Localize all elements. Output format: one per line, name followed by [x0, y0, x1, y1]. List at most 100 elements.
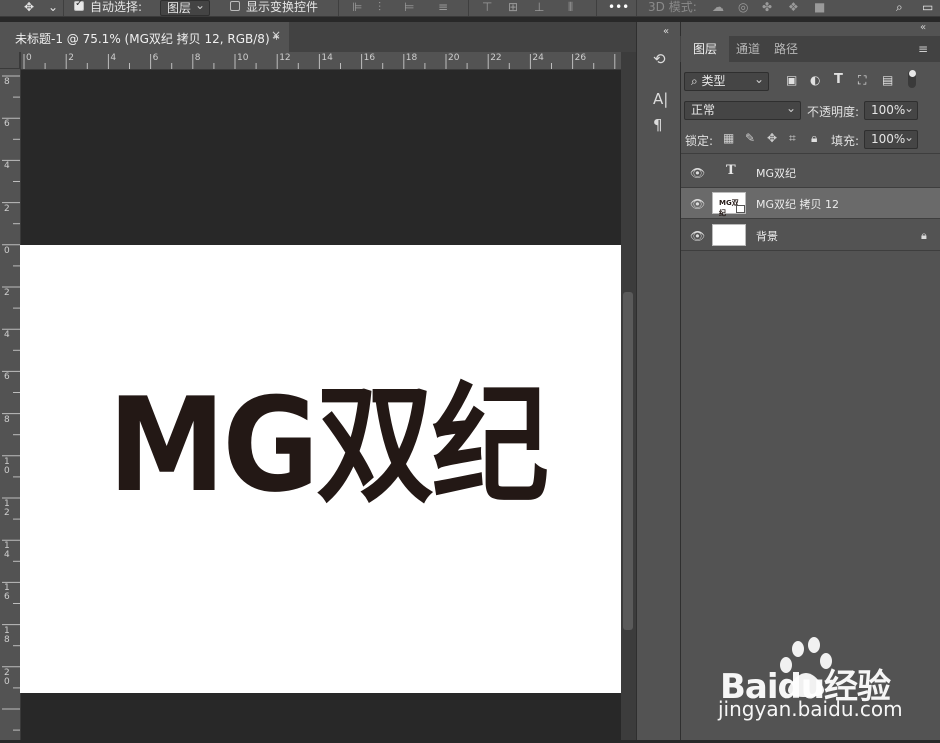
fill-field[interactable]: 100% ⌄ — [864, 130, 918, 149]
tool-preset-dropdown[interactable]: ⌄ — [48, 0, 58, 16]
panel-divider — [681, 153, 940, 154]
show-transform-label: 显示变换控件 — [246, 0, 319, 14]
panel-collapse-icon[interactable]: « — [920, 22, 926, 33]
eye-icon[interactable]: 👁︎ — [690, 166, 705, 180]
lock-all-icon[interactable]: 🔒︎ — [811, 131, 817, 146]
panel-menu-icon[interactable]: ≡ — [918, 42, 928, 56]
ruler-origin[interactable] — [0, 52, 20, 69]
history-icon[interactable]: ⟲ — [653, 50, 666, 68]
eye-icon[interactable]: 👁︎ — [690, 197, 705, 211]
lock-icon: 🔒︎ — [921, 229, 927, 242]
ruler-label: 2 — [4, 203, 10, 214]
align-bottom-icon[interactable]: ⊥ — [534, 1, 544, 13]
3d-roll-icon[interactable]: ◎ — [738, 1, 748, 13]
move-tool-icon[interactable]: ✥ — [24, 0, 34, 16]
tab-channels[interactable]: 通道 — [731, 36, 765, 62]
align-right-icon[interactable]: ⊨ — [404, 1, 414, 13]
distribute-vertical-icon[interactable]: ⫴ — [568, 1, 573, 13]
filter-kind-dropdown[interactable]: ⌕ 类型 ⌄ — [684, 72, 769, 91]
blend-mode-dropdown[interactable]: 正常 ⌄ — [684, 101, 801, 120]
document-canvas[interactable]: MG双纪 — [20, 245, 621, 693]
tab-paths[interactable]: 路径 — [773, 36, 799, 62]
align-middle-icon[interactable]: ⊞ — [508, 1, 518, 13]
watermark-url: jingyan.baidu.com — [718, 697, 903, 721]
ruler-label: 0 — [26, 53, 32, 63]
align-top-icon[interactable]: ⊤ — [482, 1, 492, 13]
options-bar: ✥ ⌄ 自动选择: 图层 显示变换控件 ⊫ ⫶ ⊨ ≡ ⊤ ⊞ ⊥ ⫴ ••• … — [0, 0, 940, 17]
layer-row[interactable]: 👁︎ T MG双纪 — [681, 157, 940, 188]
ruler-label: 20 — [4, 667, 10, 687]
ruler-label: 12 — [4, 499, 10, 518]
ruler-label: 0 — [4, 245, 10, 256]
ruler-label: 24 — [532, 53, 544, 63]
distribute-icon[interactable]: ≡ — [438, 1, 448, 13]
lock-label: 锁定: — [685, 134, 714, 148]
vertical-scrollbar-thumb[interactable] — [623, 292, 633, 630]
ruler-label: 2 — [68, 53, 74, 63]
align-left-icon[interactable]: ⊫ — [352, 1, 362, 13]
ruler-label: 26 — [574, 53, 587, 63]
layer-row-selected[interactable]: 👁︎ MG双纪 MG双纪 拷贝 12 — [681, 188, 940, 219]
3d-orbit-icon[interactable]: ☁ — [712, 1, 724, 13]
auto-select-label: 自动选择: — [90, 0, 143, 14]
vertical-ruler[interactable]: 864202468101214161820 — [0, 52, 21, 740]
search-icon[interactable]: ⌕ — [896, 0, 903, 16]
filter-text-icon[interactable]: T — [834, 72, 843, 87]
vertical-ruler-ticks — [2, 75, 20, 731]
horizontal-ruler[interactable]: 0 2 4 6 8 10 12 14 16 18 20 22 24 26 — [20, 52, 621, 70]
ruler-label: 4 — [4, 161, 10, 172]
ruler-label: 2 — [4, 288, 10, 298]
filter-shape-icon[interactable]: ⛶ — [858, 73, 866, 88]
lock-position-icon[interactable]: ✥ — [767, 131, 777, 145]
layer-row[interactable]: 👁︎ 背景 🔒︎ — [681, 220, 940, 251]
3d-mode-label: 3D 模式: — [648, 0, 697, 14]
ruler-label: 20 — [448, 53, 460, 63]
filter-adjustment-icon[interactable]: ◐ — [810, 73, 820, 87]
ruler-label: 22 — [490, 53, 502, 63]
canvas-text-artwork[interactable]: MG双纪 — [108, 380, 549, 510]
filter-kind-value: 类型 — [701, 74, 726, 88]
ruler-label: 4 — [4, 330, 10, 341]
show-transform-checkbox[interactable] — [230, 1, 240, 11]
ruler-label: 10 — [237, 53, 249, 63]
close-icon[interactable]: × — [271, 28, 281, 42]
workspace-icon[interactable]: ▭ — [922, 0, 933, 16]
filter-smart-object-icon[interactable]: ▤ — [882, 73, 893, 87]
document-tab[interactable]: 未标题-1 @ 75.1% (MG双纪 拷贝 12, RGB/8) * × — [0, 22, 289, 52]
3d-pan-icon[interactable]: ✤ — [762, 1, 772, 13]
more-options-button[interactable]: ••• — [608, 0, 629, 16]
baidu-jingyan-watermark: Baidu经验 jingyan.baidu.com — [690, 635, 940, 740]
collapse-arrows-icon[interactable]: « — [663, 26, 669, 37]
filter-toggle-knob — [909, 70, 916, 77]
layer-name[interactable]: MG双纪 拷贝 12 — [756, 196, 839, 212]
layer-thumbnail — [712, 224, 746, 246]
3d-slide-icon[interactable]: ❖ — [788, 1, 799, 13]
lock-transparency-icon[interactable]: ▦ — [723, 131, 734, 145]
opacity-value: 100% — [871, 103, 906, 117]
ruler-label: 14 — [4, 541, 10, 561]
lock-pixels-icon[interactable]: ✎ — [745, 131, 755, 145]
smart-object-icon — [736, 205, 745, 213]
lock-artboard-icon[interactable]: ⌗ — [789, 131, 796, 146]
auto-select-target-dropdown[interactable]: 图层 — [160, 0, 211, 16]
3d-scale-icon[interactable]: ■ — [814, 1, 825, 13]
ruler-label: 8 — [194, 53, 201, 63]
ruler-label: 16 — [363, 53, 376, 63]
opacity-field[interactable]: 100% ⌄ — [864, 101, 918, 120]
ruler-label: 14 — [321, 53, 333, 63]
eye-icon[interactable]: 👁︎ — [690, 229, 705, 243]
character-icon[interactable]: A| — [653, 90, 668, 108]
layer-name[interactable]: 背景 — [756, 228, 778, 244]
search-filter-icon: ⌕ — [691, 74, 702, 88]
paragraph-icon[interactable]: ¶ — [653, 116, 663, 134]
tab-layers[interactable]: 图层 — [681, 36, 729, 62]
ruler-label: 8 — [4, 414, 10, 425]
filter-image-icon[interactable]: ▣ — [786, 73, 797, 87]
fill-value: 100% — [871, 132, 906, 146]
ruler-label: 10 — [4, 456, 10, 476]
auto-select-checkbox[interactable] — [74, 0, 84, 11]
align-center-icon[interactable]: ⫶ — [378, 1, 381, 13]
text-layer-icon: T — [726, 163, 736, 178]
layer-name[interactable]: MG双纪 — [756, 165, 796, 181]
ruler-label: 8 — [4, 77, 10, 87]
